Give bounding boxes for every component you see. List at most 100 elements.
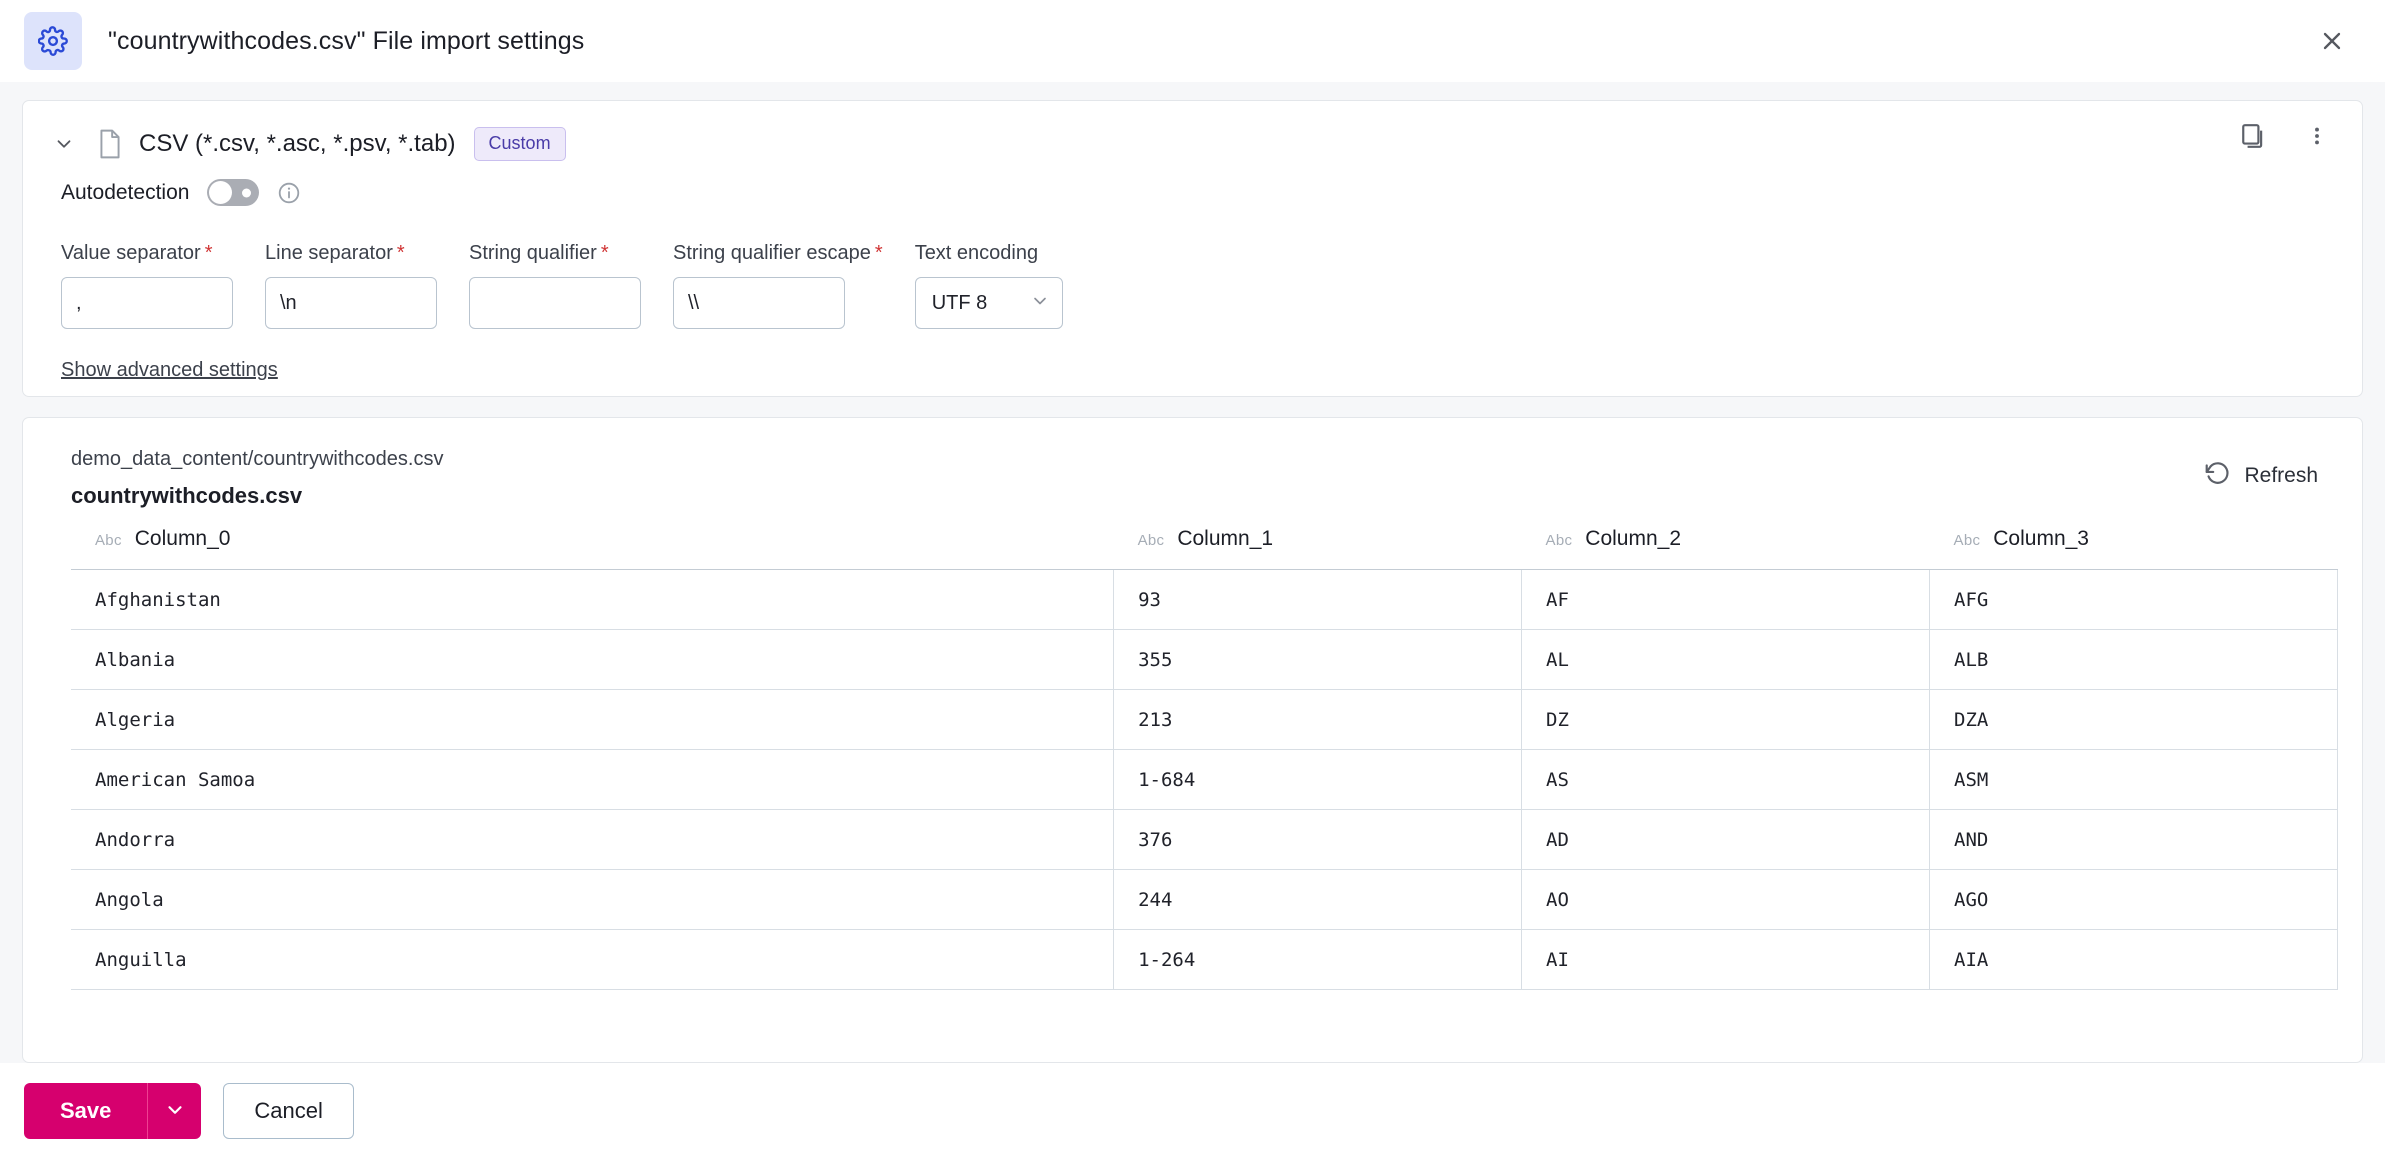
abc-type-icon: Abc: [1137, 532, 1165, 549]
chevron-down-icon: [164, 1099, 186, 1124]
table-row[interactable]: Anguilla 1-264 AI AIA: [71, 929, 2338, 990]
label-text: Line separator: [265, 242, 393, 264]
format-header-row: CSV (*.csv, *.asc, *.psv, *.tab) Custom: [23, 101, 2362, 171]
dialog-titlebar: "countrywithcodes.csv" File import setti…: [0, 0, 2385, 82]
table-row[interactable]: Algeria 213 DZ DZA: [71, 689, 2338, 750]
table-cell[interactable]: AD: [1521, 809, 1931, 870]
text-encoding-select[interactable]: UTF 8: [914, 277, 1063, 329]
required-marker: *: [204, 242, 213, 264]
close-icon[interactable]: [2313, 22, 2351, 60]
format-actions: [2234, 117, 2336, 155]
table-header-row: Abc Column_0 Abc Column_1 Abc Column_2 A…: [71, 527, 2338, 570]
table-cell[interactable]: 376: [1113, 809, 1523, 870]
text-encoding-value: UTF 8: [931, 291, 988, 314]
table-cell[interactable]: Andorra: [71, 809, 1115, 870]
column-header-0[interactable]: Abc Column_0: [71, 527, 1114, 570]
column-header-3[interactable]: Abc Column_3: [1929, 527, 2338, 570]
separator-fields: Value separator* Line separator* String …: [23, 212, 2362, 329]
status-badge: Custom: [473, 127, 566, 161]
toggle-knob: [209, 181, 233, 204]
format-settings-card: CSV (*.csv, *.asc, *.psv, *.tab) Custom: [22, 100, 2363, 397]
table-cell[interactable]: Algeria: [71, 689, 1115, 750]
table-row[interactable]: Andorra 376 AD AND: [71, 809, 2338, 870]
rotate-ccw-icon: [2204, 460, 2230, 491]
table-cell[interactable]: Afghanistan: [71, 569, 1115, 630]
table-cell[interactable]: ALB: [1929, 629, 2338, 690]
column-header-label: Column_2: [1585, 527, 1682, 550]
dialog-footer: Save Cancel: [0, 1063, 2385, 1159]
label-text: Value separator: [61, 242, 201, 264]
table-cell[interactable]: AGO: [1929, 869, 2338, 930]
table-cell[interactable]: AO: [1521, 869, 1931, 930]
info-icon[interactable]: [277, 181, 301, 205]
format-label: CSV (*.csv, *.asc, *.psv, *.tab): [139, 130, 456, 157]
preview-file-info: demo_data_content/countrywithcodes.csv c…: [71, 448, 443, 509]
file-name: countrywithcodes.csv: [71, 483, 303, 508]
table-cell[interactable]: 244: [1113, 869, 1523, 930]
refresh-button[interactable]: Refresh: [2194, 454, 2328, 497]
cancel-button[interactable]: Cancel: [223, 1083, 354, 1139]
save-button[interactable]: Save: [24, 1083, 148, 1139]
file-import-settings-dialog: "countrywithcodes.csv" File import setti…: [0, 0, 2385, 1159]
dialog-body: CSV (*.csv, *.asc, *.psv, *.tab) Custom: [0, 82, 2385, 1063]
column-header-label: Column_1: [1177, 527, 1274, 550]
refresh-label: Refresh: [2244, 463, 2318, 487]
chevron-down-icon[interactable]: [47, 127, 81, 161]
preview-table: Abc Column_0 Abc Column_1 Abc Column_2 A…: [71, 527, 2338, 990]
table-cell[interactable]: AI: [1521, 929, 1931, 990]
field-line-separator: Line separator *: [265, 242, 437, 329]
table-cell[interactable]: Anguilla: [71, 929, 1115, 990]
column-header-1[interactable]: Abc Column_1: [1113, 527, 1522, 570]
line-separator-input[interactable]: [265, 277, 437, 329]
table-row[interactable]: Angola 244 AO AGO: [71, 869, 2338, 930]
table-cell[interactable]: AS: [1521, 749, 1931, 810]
table-cell[interactable]: 93: [1113, 569, 1523, 630]
string-qualifier-input[interactable]: [469, 277, 641, 329]
table-cell[interactable]: AF: [1521, 569, 1931, 630]
file-preview-card: demo_data_content/countrywithcodes.csv c…: [22, 417, 2363, 1063]
field-text-encoding: Text encoding UTF 8: [914, 242, 1063, 329]
table-row[interactable]: American Samoa 1-684 AS ASM: [71, 749, 2338, 810]
table-cell[interactable]: AFG: [1929, 569, 2338, 630]
table-cell[interactable]: AND: [1929, 809, 2338, 870]
table-cell[interactable]: American Samoa: [71, 749, 1115, 810]
preview-table-scroll[interactable]: Abc Column_0 Abc Column_1 Abc Column_2 A…: [23, 527, 2362, 1062]
chevron-down-icon: [1030, 291, 1050, 316]
table-row[interactable]: Albania 355 AL ALB: [71, 629, 2338, 690]
required-marker: *: [600, 242, 609, 264]
table-cell[interactable]: Albania: [71, 629, 1115, 690]
more-vertical-icon[interactable]: [2298, 117, 2336, 155]
label-text: String qualifier: [469, 242, 597, 264]
table-cell[interactable]: DZA: [1929, 689, 2338, 750]
table-cell[interactable]: DZ: [1521, 689, 1931, 750]
field-value-separator: Value separator *: [61, 242, 233, 329]
copy-icon[interactable]: [2234, 117, 2272, 155]
string-qualifier-escape-input[interactable]: [673, 277, 845, 329]
table-header: Abc Column_0 Abc Column_1 Abc Column_2 A…: [71, 527, 2338, 570]
column-header-2[interactable]: Abc Column_2: [1521, 527, 1930, 570]
file-path: demo_data_content/countrywithcodes.csv: [71, 448, 444, 470]
table-cell[interactable]: AL: [1521, 629, 1931, 690]
field-string-qualifier-escape: String qualifier escape *: [673, 242, 883, 329]
table-cell[interactable]: 1-684: [1113, 749, 1523, 810]
table-cell[interactable]: 213: [1113, 689, 1523, 750]
autodetection-toggle[interactable]: [207, 179, 260, 206]
table-cell[interactable]: AIA: [1929, 929, 2338, 990]
show-advanced-settings-link[interactable]: Show advanced settings: [61, 359, 278, 382]
table-cell[interactable]: 355: [1113, 629, 1523, 690]
toggle-indicator-dot: [242, 188, 252, 197]
field-label: Value separator *: [61, 242, 233, 265]
field-label: String qualifier *: [469, 242, 641, 265]
page-title: "countrywithcodes.csv" File import setti…: [108, 26, 585, 55]
table-cell[interactable]: ASM: [1929, 749, 2338, 810]
table-cell[interactable]: Angola: [71, 869, 1115, 930]
table-cell[interactable]: 1-264: [1113, 929, 1523, 990]
abc-type-icon: Abc: [95, 532, 122, 549]
table-body: Afghanistan 93 AF AFG Albania 355 AL ALB: [71, 569, 2338, 990]
save-options-button[interactable]: [147, 1083, 202, 1139]
autodetection-row: Autodetection: [23, 171, 2362, 212]
table-row[interactable]: Afghanistan 93 AF AFG: [71, 569, 2338, 630]
value-separator-input[interactable]: [61, 277, 233, 329]
preview-header: demo_data_content/countrywithcodes.csv c…: [23, 418, 2362, 527]
column-header-label: Column_3: [1993, 527, 2089, 550]
